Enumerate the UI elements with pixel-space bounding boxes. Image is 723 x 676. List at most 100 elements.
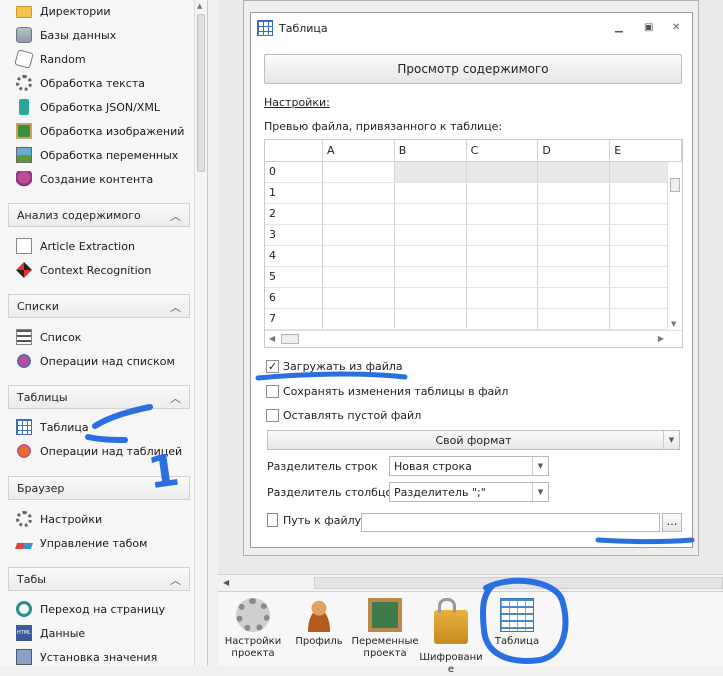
grid-cell[interactable] xyxy=(466,224,539,246)
checkbox-box[interactable] xyxy=(266,409,279,422)
grid-cell[interactable] xyxy=(322,245,395,267)
grid-cell[interactable] xyxy=(322,203,395,225)
sidebar-item-list-operations[interactable]: Операции над списком xyxy=(16,350,175,372)
grid-cell[interactable] xyxy=(466,287,539,309)
grid-cell[interactable] xyxy=(394,287,467,309)
grid-cell[interactable] xyxy=(537,245,611,267)
grid-cell[interactable] xyxy=(537,203,611,225)
sidebar-item-list[interactable]: Список xyxy=(16,326,81,348)
grid-cell[interactable] xyxy=(537,308,611,330)
group-lists[interactable]: Списки ︿ xyxy=(8,294,190,318)
grid-cell[interactable] xyxy=(322,287,395,309)
grid-cell[interactable] xyxy=(537,266,611,288)
preview-grid[interactable]: A B C D E 01234567 ▼ ◀ ▶ xyxy=(264,139,683,348)
sidebar-item-text-processing[interactable]: Обработка текста xyxy=(16,72,145,94)
table-row[interactable]: 3 xyxy=(265,224,682,246)
chevron-up-icon[interactable]: ︿ xyxy=(170,299,181,315)
grid-cell[interactable] xyxy=(394,308,467,330)
grid-cell[interactable] xyxy=(322,266,395,288)
scroll-left-icon[interactable]: ◀ xyxy=(223,578,229,587)
chevron-up-icon[interactable]: ︿ xyxy=(170,572,181,588)
tool-profile[interactable]: Профиль xyxy=(286,598,352,648)
grid-column-header[interactable]: E xyxy=(609,140,682,162)
grid-cell[interactable] xyxy=(394,161,467,183)
sidebar-item-random[interactable]: Random xyxy=(14,48,86,70)
save-changes-checkbox[interactable]: Сохранять изменения таблицы в файл xyxy=(266,385,508,398)
file-path-input[interactable] xyxy=(361,513,660,532)
col-separator-select[interactable]: Разделитель ";" ▼ xyxy=(389,482,549,502)
table-row[interactable]: 2 xyxy=(265,203,682,225)
table-row[interactable]: 5 xyxy=(265,266,682,288)
grid-cell[interactable] xyxy=(537,287,611,309)
chevron-up-icon[interactable]: ︿ xyxy=(170,390,181,406)
row-separator-select[interactable]: Новая строка ▼ xyxy=(389,456,549,476)
table-row[interactable]: 1 xyxy=(265,182,682,204)
scroll-down-icon[interactable]: ▼ xyxy=(671,320,676,328)
grid-cell[interactable] xyxy=(394,245,467,267)
sidebar-item-set-value[interactable]: Установка значения xyxy=(16,646,157,666)
group-tables[interactable]: Таблицы ︿ xyxy=(8,385,190,409)
chevron-down-icon[interactable]: ▼ xyxy=(663,431,679,449)
grid-hscroll-thumb[interactable] xyxy=(281,334,299,344)
grid-row-header[interactable]: 7 xyxy=(265,308,323,330)
grid-cell[interactable] xyxy=(322,182,395,204)
grid-cell[interactable] xyxy=(466,203,539,225)
grid-row-header[interactable]: 3 xyxy=(265,224,323,246)
table-row[interactable]: 4 xyxy=(265,245,682,267)
grid-cell[interactable] xyxy=(322,308,395,330)
sidebar-item-content-creation[interactable]: Создание контента xyxy=(16,168,153,190)
grid-row-header[interactable]: 4 xyxy=(265,245,323,267)
workspace-scroll-track[interactable] xyxy=(314,577,723,589)
table-row[interactable]: 7 xyxy=(265,308,682,330)
grid-cell[interactable] xyxy=(537,161,611,183)
grid-row-header[interactable]: 5 xyxy=(265,266,323,288)
grid-row-header[interactable]: 1 xyxy=(265,182,323,204)
keep-empty-file-checkbox[interactable]: Оставлять пустой файл xyxy=(266,409,421,422)
grid-cell[interactable] xyxy=(466,161,539,183)
format-select[interactable]: Свой формат ▼ xyxy=(267,430,680,450)
grid-vscroll-thumb[interactable] xyxy=(670,178,680,192)
grid-column-header[interactable]: B xyxy=(394,140,467,162)
sidebar-scrollbar[interactable]: ▲ xyxy=(194,0,207,666)
sidebar-item-article-extraction[interactable]: Article Extraction xyxy=(16,235,135,257)
grid-column-header[interactable]: A xyxy=(322,140,395,162)
checkbox-box[interactable]: ✓ xyxy=(266,360,279,373)
scroll-up-icon[interactable]: ▲ xyxy=(197,2,202,10)
grid-column-header[interactable]: D xyxy=(537,140,611,162)
grid-cell[interactable] xyxy=(394,224,467,246)
grid-cell[interactable] xyxy=(537,224,611,246)
close-icon[interactable]: ✕ xyxy=(672,22,680,33)
scroll-right-icon[interactable]: ▶ xyxy=(658,334,664,343)
grid-cell[interactable] xyxy=(466,308,539,330)
group-tabs[interactable]: Табы ︿ xyxy=(8,567,190,591)
chevron-down-icon[interactable]: ▼ xyxy=(532,483,548,501)
workspace-horizontal-scrollbar[interactable]: ◀ xyxy=(218,574,723,591)
sidebar-item-directories[interactable]: Директории xyxy=(16,0,111,22)
grid-cell[interactable] xyxy=(466,245,539,267)
browse-button[interactable]: ... xyxy=(662,513,682,532)
tool-project-variables[interactable]: Переменные проекта xyxy=(352,598,419,660)
grid-cell[interactable] xyxy=(394,266,467,288)
grid-row-header[interactable]: 0 xyxy=(265,161,323,183)
sidebar-item-table-operations[interactable]: Операции над таблицей xyxy=(16,440,182,462)
restore-icon[interactable]: ▣ xyxy=(644,22,653,33)
grid-cell[interactable] xyxy=(394,203,467,225)
sidebar-item-context-recognition[interactable]: Context Recognition xyxy=(16,259,151,281)
minimize-icon[interactable]: ▁ xyxy=(615,22,623,33)
tool-project-settings[interactable]: Настройки проекта xyxy=(220,598,286,660)
table-row[interactable]: 6 xyxy=(265,287,682,309)
grid-column-header[interactable]: C xyxy=(466,140,539,162)
sidebar-item-goto-page[interactable]: Переход на страницу xyxy=(16,598,165,620)
scroll-left-icon[interactable]: ◀ xyxy=(269,334,275,343)
group-content-analysis[interactable]: Анализ содержимого ︿ xyxy=(8,203,190,227)
grid-cell[interactable] xyxy=(322,224,395,246)
group-browser[interactable]: Браузер xyxy=(8,476,190,500)
checkbox-box[interactable] xyxy=(266,385,279,398)
sidebar-item-data[interactable]: HTML Данные xyxy=(16,622,85,644)
grid-cell[interactable] xyxy=(466,266,539,288)
grid-horizontal-scrollbar[interactable]: ◀ ▶ xyxy=(265,330,682,347)
sidebar-item-variable-processing[interactable]: Обработка переменных xyxy=(16,144,178,166)
sidebar-item-databases[interactable]: Базы данных xyxy=(16,24,116,46)
sidebar-item-json-xml[interactable]: Обработка JSON/XML xyxy=(16,96,160,118)
table-row[interactable]: 0 xyxy=(265,161,682,183)
